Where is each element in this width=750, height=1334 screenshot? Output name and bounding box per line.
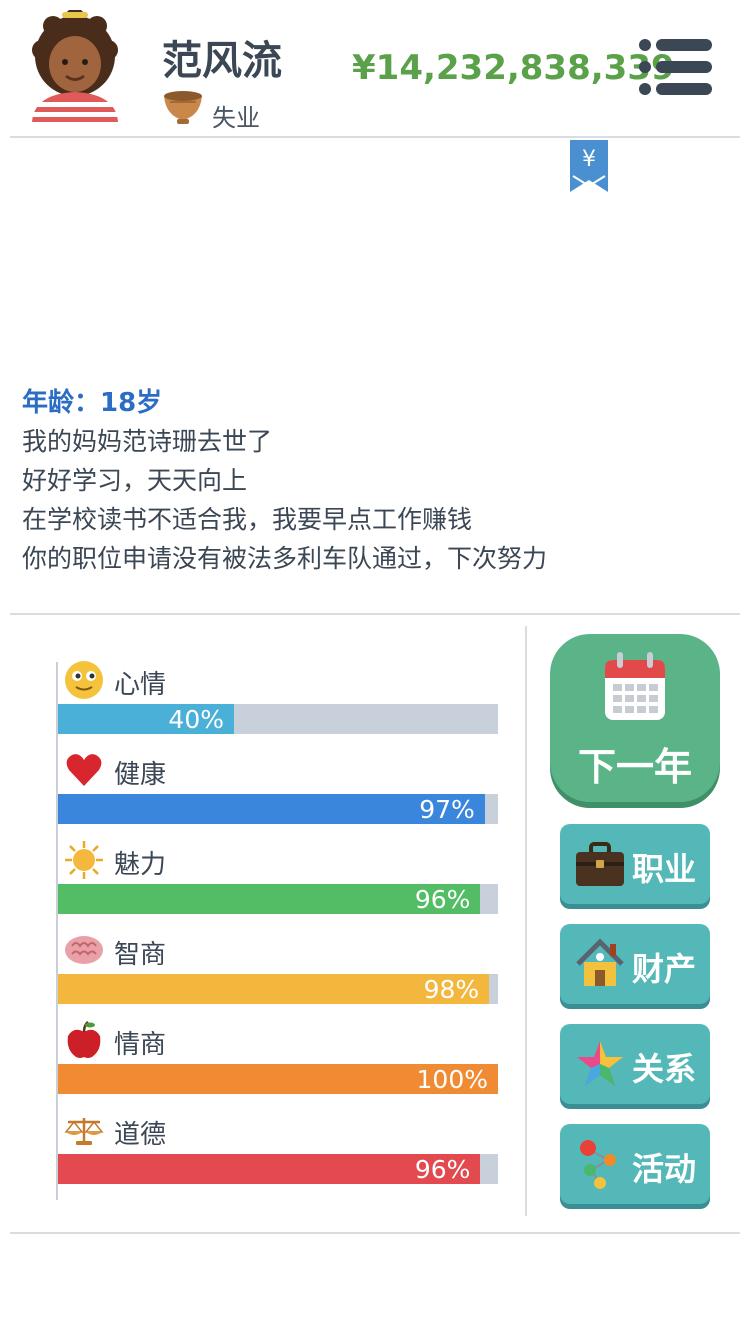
log-line: 我的妈妈范诗珊去世了 <box>22 427 273 456</box>
money-balance: ¥14,232,838,339 <box>352 48 675 88</box>
stat-bar-fill: 96% <box>58 1154 481 1184</box>
stat-bar: 96% <box>58 1154 498 1184</box>
star-icon <box>577 1041 623 1086</box>
bookmark-ribbon-icon: ¥ <box>570 140 608 192</box>
stat-bar-fill: 100% <box>58 1064 498 1094</box>
apple-icon <box>67 1021 101 1058</box>
panel-divider <box>525 626 527 1216</box>
log-line: 你的职位申请没有被法多利车队通过，下次努力 <box>22 544 548 573</box>
brain-icon <box>65 936 103 964</box>
stat-label: 健康 <box>114 760 167 790</box>
relations-label: 关系 <box>632 1050 697 1088</box>
next-year-button[interactable]: 下一年 <box>550 634 720 802</box>
header-divider <box>10 136 740 138</box>
activities-icon <box>580 1140 616 1189</box>
stat-value: 96% <box>414 885 471 914</box>
age-line: 年龄：18岁 <box>22 388 163 418</box>
log-line: 在学校读书不适合我，我要早点工作赚钱 <box>22 505 473 534</box>
stat-value: 96% <box>414 1155 471 1184</box>
stat-bar: 98% <box>58 974 498 1004</box>
stat-bar: 96% <box>58 884 498 914</box>
smiley-icon <box>65 661 103 699</box>
stat-value: 100% <box>416 1065 488 1094</box>
stat-iq: 智商 98% <box>58 930 498 1020</box>
stat-eq: 情商 100% <box>58 1020 498 1110</box>
briefcase-icon <box>576 842 624 886</box>
career-button[interactable]: 职业 <box>560 824 710 904</box>
bookmark-symbol: ¥ <box>582 147 596 172</box>
stat-morality: 道德 96% <box>58 1110 498 1200</box>
header: 范风流 失业 ¥14,232,838,339 <box>0 0 750 137</box>
menu-icon[interactable] <box>638 36 714 98</box>
stat-bar: 97% <box>58 794 498 824</box>
stat-label: 魅力 <box>114 850 167 880</box>
stat-label: 情商 <box>114 1030 167 1060</box>
stat-mood: 心情 40% <box>58 660 498 750</box>
job-status: 失业 <box>212 104 260 132</box>
assets-label: 财产 <box>632 950 697 988</box>
house-icon <box>576 938 624 986</box>
activities-label: 活动 <box>632 1150 697 1188</box>
stat-label: 道德 <box>114 1120 167 1150</box>
relations-button[interactable]: 关系 <box>560 1024 710 1104</box>
stat-label: 心情 <box>114 670 167 700</box>
log-divider <box>10 613 740 615</box>
avatar[interactable] <box>28 10 122 122</box>
stat-value: 40% <box>168 705 224 734</box>
stat-charm: 魅力 96% <box>58 840 498 930</box>
money-bookmark[interactable]: ¥ <box>570 140 608 192</box>
log-line: 好好学习，天天向上 <box>22 466 248 495</box>
stat-bar-fill: 96% <box>58 884 481 914</box>
sun-icon <box>65 841 103 879</box>
footer-divider <box>10 1232 740 1234</box>
heart-icon <box>66 754 102 786</box>
stat-label: 智商 <box>114 940 167 970</box>
assets-button[interactable]: 财产 <box>560 924 710 1004</box>
stat-bar: 40% <box>58 704 498 734</box>
activities-button[interactable]: 活动 <box>560 1124 710 1204</box>
event-log: 年龄：18岁 我的妈妈范诗珊去世了 好好学习，天天向上 在学校读书不适合我，我要… <box>22 384 722 578</box>
scales-icon <box>64 1118 104 1145</box>
stat-value: 98% <box>423 975 480 1004</box>
player-name: 范风流 <box>162 38 282 84</box>
stat-bar-fill: 40% <box>58 704 234 734</box>
stat-bar-fill: 97% <box>58 794 485 824</box>
stat-bar: 100% <box>58 1064 498 1094</box>
calendar-icon <box>605 652 665 720</box>
stat-health: 健康 97% <box>58 750 498 840</box>
next-year-label: 下一年 <box>577 745 692 789</box>
stat-bar-fill: 98% <box>58 974 490 1004</box>
bowl-icon <box>164 91 202 124</box>
career-label: 职业 <box>632 850 697 888</box>
stat-value: 97% <box>419 795 475 824</box>
